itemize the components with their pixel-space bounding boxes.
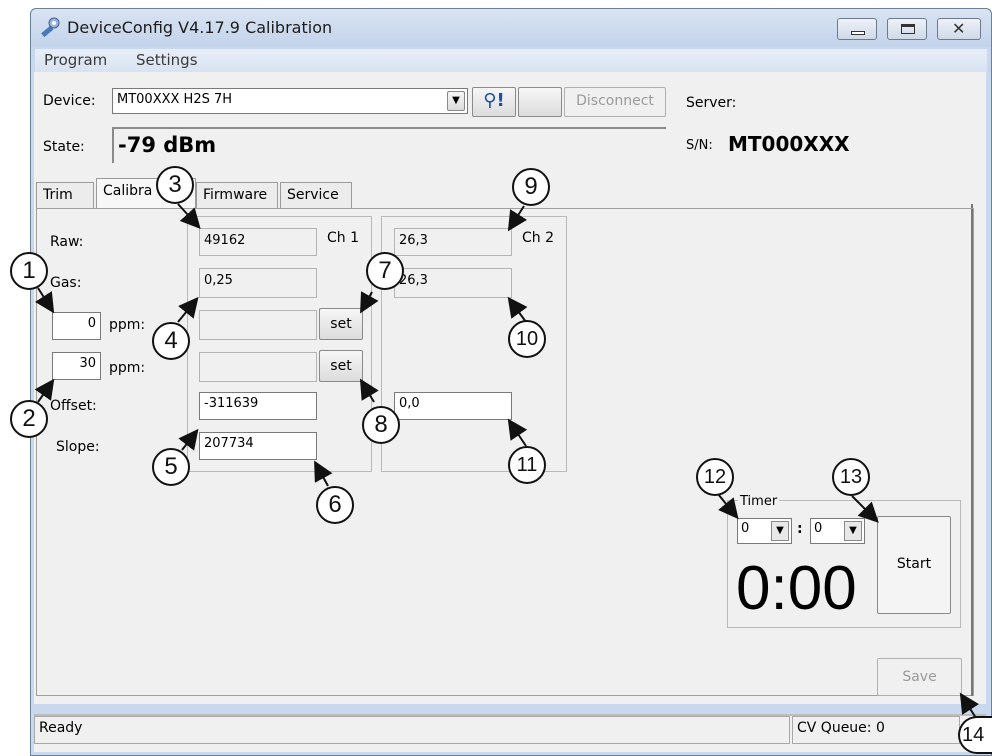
state-label: State: xyxy=(43,139,85,155)
timer-seconds-select[interactable]: 0 ▼ xyxy=(810,518,865,544)
ppm-label-2: ppm: xyxy=(109,360,146,376)
timer-separator: : xyxy=(797,521,803,537)
callout-8: 8 xyxy=(362,406,400,444)
ch1-offset-value: -311639 xyxy=(204,396,259,411)
zero-point-value: 0 xyxy=(87,316,96,331)
ch1-offset-input[interactable]: -311639 xyxy=(199,392,317,420)
callout-1: 1 xyxy=(10,252,48,290)
device-dropdown-button[interactable]: ▼ xyxy=(447,91,465,111)
chevron-down-icon: ▼ xyxy=(844,521,862,541)
tab-strip: Trim Calibra Firmware Service xyxy=(36,178,366,210)
timer-minutes-select[interactable]: 0 ▼ xyxy=(737,518,792,544)
state-frame: -79 dBm xyxy=(112,127,666,163)
timer-start-button[interactable]: Start xyxy=(877,516,951,614)
sn-label: S/N: xyxy=(686,138,713,153)
close-icon: ✕ xyxy=(952,19,966,38)
set-zero-button[interactable]: set xyxy=(319,308,363,340)
tab-service[interactable]: Service xyxy=(280,182,352,208)
callout-5: 5 xyxy=(152,448,190,486)
set-span-button[interactable]: set xyxy=(319,350,363,382)
menu-program[interactable]: Program xyxy=(44,51,107,69)
zero-point-input[interactable]: 0 xyxy=(52,312,101,340)
raw-label: Raw: xyxy=(50,234,84,250)
tab-panel-top-border xyxy=(36,208,974,209)
wrench-icon xyxy=(41,17,60,38)
offset-label: Offset: xyxy=(50,398,97,414)
callout-14: 14 xyxy=(958,716,992,754)
status-queue: CV Queue: 0 xyxy=(792,716,960,744)
ppm-label-1: ppm: xyxy=(109,317,146,333)
ch1-span-reading xyxy=(199,352,317,382)
minimize-button[interactable] xyxy=(837,18,877,40)
ch1-slope-value: 207734 xyxy=(204,436,254,451)
window-title: DeviceConfig V4.17.9 Calibration xyxy=(67,18,333,37)
timer-display: 0:00 xyxy=(736,554,857,623)
close-button[interactable]: ✕ xyxy=(937,18,981,40)
tab-firmware[interactable]: Firmware xyxy=(196,182,278,208)
slope-label: Slope: xyxy=(56,439,100,455)
device-label: Device: xyxy=(43,93,96,109)
ch1-slope-input[interactable]: 207734 xyxy=(199,432,317,460)
blank-button[interactable] xyxy=(518,87,562,117)
maximize-button[interactable] xyxy=(887,18,927,40)
tab-trim[interactable]: Trim xyxy=(36,182,94,208)
chevron-down-icon: ▼ xyxy=(452,95,460,106)
ch1-gas-value: 0,25 xyxy=(199,268,317,298)
callout-2: 2 xyxy=(10,400,48,438)
menu-settings[interactable]: Settings xyxy=(136,51,198,69)
ch1-zero-reading xyxy=(199,310,317,340)
callout-12: 12 xyxy=(696,458,734,496)
server-label: Server: xyxy=(686,95,737,111)
ch2-label: Ch 2 xyxy=(522,230,555,246)
state-value: -79 dBm xyxy=(118,133,217,157)
bluetooth-button[interactable]: ⚲! xyxy=(472,87,516,117)
callout-11: 11 xyxy=(508,446,546,484)
ch1-raw-value: 49162 xyxy=(199,228,317,256)
ch2-raw-value: 26,3 xyxy=(394,228,512,256)
ch2-offset-value: 0,0 xyxy=(399,396,420,411)
callout-13: 13 xyxy=(832,458,870,496)
ch1-label: Ch 1 xyxy=(327,230,360,246)
status-text: Ready xyxy=(34,716,790,744)
device-value: MT00XXX H2S 7H xyxy=(117,92,233,107)
span-point-value: 30 xyxy=(79,356,96,371)
device-select[interactable]: MT00XXX H2S 7H xyxy=(112,88,468,114)
callout-7: 7 xyxy=(366,252,404,290)
timer-seconds-value: 0 xyxy=(814,521,823,536)
callout-9: 9 xyxy=(512,168,550,206)
ch2-offset-input[interactable]: 0,0 xyxy=(394,392,512,420)
disconnect-button[interactable]: Disconnect xyxy=(564,87,666,117)
callout-10: 10 xyxy=(508,320,546,358)
callout-6: 6 xyxy=(316,486,354,524)
gas-label: Gas: xyxy=(50,275,82,291)
callout-3: 3 xyxy=(156,166,194,204)
save-button[interactable]: Save xyxy=(877,658,962,696)
bluetooth-icon: ⚲! xyxy=(483,90,505,111)
ch2-gas-value: 26,3 xyxy=(394,268,512,298)
timer-label: Timer xyxy=(738,494,780,509)
title-bar: DeviceConfig V4.17.9 Calibration ✕ xyxy=(31,9,991,47)
menu-bar: Program Settings xyxy=(35,49,987,73)
chevron-down-icon: ▼ xyxy=(771,521,789,541)
callout-4: 4 xyxy=(152,322,190,360)
span-point-input[interactable]: 30 xyxy=(52,352,101,380)
timer-minutes-value: 0 xyxy=(741,521,750,536)
sn-value: MT000XXX xyxy=(728,132,850,156)
